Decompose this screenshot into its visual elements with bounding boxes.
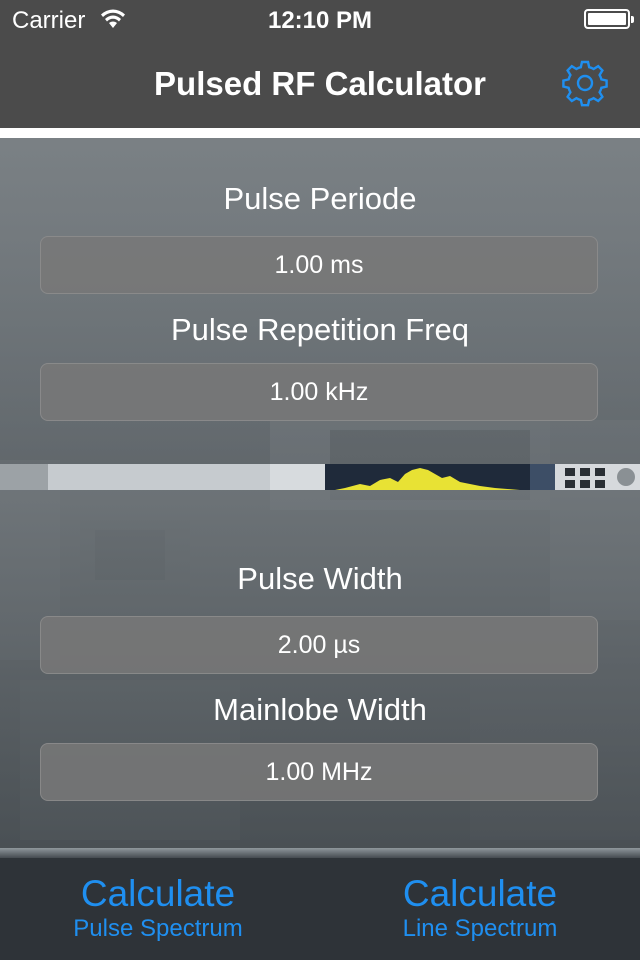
calculate-line-spectrum-subtitle: Line Spectrum xyxy=(402,915,558,942)
bottom-toolbar: Calculate Pulse Spectrum Calculate Line … xyxy=(0,848,640,960)
spectrum-analyzer-photo xyxy=(0,464,640,490)
pulse-period-field[interactable]: 1.00 ms xyxy=(40,236,598,294)
mainlobe-width-label: Mainlobe Width xyxy=(213,692,427,727)
page-title: Pulsed RF Calculator xyxy=(154,65,486,102)
navigation-bar: Pulsed RF Calculator xyxy=(0,40,640,128)
calculate-line-spectrum-title: Calculate xyxy=(402,873,558,914)
nav-divider xyxy=(0,128,640,138)
prf-field[interactable]: 1.00 kHz xyxy=(40,363,598,421)
calculate-pulse-spectrum-title: Calculate xyxy=(80,873,236,914)
pulse-width-field[interactable]: 2.00 µs xyxy=(40,616,598,674)
pulse-width-label: Pulse Width xyxy=(237,561,403,596)
status-time: 12:10 PM xyxy=(267,7,373,34)
gear-icon[interactable] xyxy=(560,58,610,108)
mainlobe-width-field[interactable]: 1.00 MHz xyxy=(40,743,598,801)
pulse-period-label: Pulse Periode xyxy=(223,181,417,216)
calculate-pulse-spectrum-subtitle: Pulse Spectrum xyxy=(73,915,243,942)
prf-label: Pulse Repetition Freq xyxy=(170,312,470,347)
battery-icon xyxy=(584,9,634,29)
calculate-pulse-spectrum-button[interactable]: Calculate Pulse Spectrum xyxy=(0,872,316,942)
status-bar: Carrier 12:10 PM xyxy=(0,0,640,40)
calculate-line-spectrum-button[interactable]: Calculate Line Spectrum xyxy=(320,872,640,942)
